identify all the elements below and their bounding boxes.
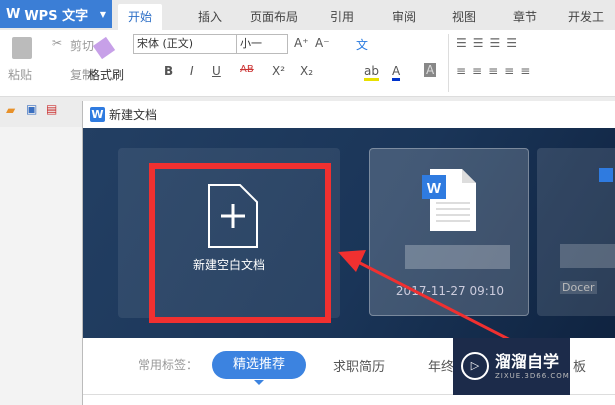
tab-view[interactable]: 视图 [442, 4, 486, 30]
blurred-filename [560, 244, 615, 268]
svg-text:W: W [427, 180, 442, 197]
play-logo-icon: ▷ [461, 352, 489, 380]
dialog-title-bar: W 新建文档 [83, 101, 615, 128]
wps-writer-icon: W [90, 107, 105, 122]
char-shading-button[interactable]: A [424, 63, 437, 77]
wps-menu-button[interactable]: W WPS 文字 ▼ [0, 0, 112, 28]
docer-label: Docer [560, 281, 597, 294]
font-size-select[interactable]: 小一 [236, 34, 288, 54]
superscript-button[interactable]: X² [272, 64, 285, 78]
pinyin-button[interactable]: 文 [356, 36, 368, 53]
divider [448, 34, 449, 92]
recent-date: 2017-11-27 09:10 [395, 284, 505, 298]
watermark-url: ZIXUE.3D66.COM [495, 372, 570, 380]
tag-year-end[interactable]: 年终 [428, 356, 454, 375]
title-bar: W WPS 文字 ▼ 开始 插入 页面布局 引用 审阅 视图 章节 开发工具 [0, 0, 615, 50]
word-document-icon: W [422, 169, 476, 231]
wps-logo-icon: W [6, 6, 21, 22]
watermark: ▷ 溜溜自学 ZIXUE.3D66.COM [453, 338, 570, 395]
dialog-title: 新建文档 [109, 108, 158, 122]
cut-icon[interactable]: ✂ [52, 36, 62, 50]
tab-developer[interactable]: 开发工具 [558, 4, 615, 50]
template-card[interactable]: Docer [537, 148, 615, 316]
list-buttons[interactable]: ☰☰☰☰ [456, 36, 523, 50]
paste-button[interactable]: 粘贴 [8, 66, 32, 83]
font-name-select[interactable]: 宋体 (正文) [133, 34, 237, 54]
tag-resume[interactable]: 求职简历 [333, 356, 385, 375]
tag-template[interactable]: 板 [573, 356, 586, 375]
template-hero: 新建空白文档 W 2017-11-27 09:10 Docer [83, 128, 615, 338]
caret-down-icon: ▼ [99, 9, 106, 19]
grow-font-button[interactable]: A⁺ [294, 36, 309, 50]
shrink-font-button[interactable]: A⁻ [315, 36, 330, 50]
watermark-name: 溜溜自学 [495, 352, 560, 371]
tab-review[interactable]: 审阅 [382, 4, 426, 30]
format-painter-icon [92, 36, 116, 60]
open-icon[interactable]: ▰ [6, 103, 15, 117]
cut-button[interactable]: 剪切 [70, 37, 94, 54]
export-pdf-icon[interactable]: ▤ [46, 102, 57, 116]
save-icon[interactable]: ▣ [26, 102, 37, 116]
font-color-button[interactable]: A [392, 64, 401, 81]
tab-references[interactable]: 引用 [320, 4, 364, 30]
tags-label: 常用标签： [138, 358, 199, 372]
italic-button[interactable]: I [190, 64, 194, 78]
align-buttons[interactable]: ≡≡≡≡≡ [456, 64, 536, 78]
paste-icon[interactable] [12, 37, 32, 59]
highlight-button[interactable]: ab [364, 64, 379, 81]
new-blank-card[interactable]: 新建空白文档 [118, 148, 340, 323]
tab-layout[interactable]: 页面布局 [240, 4, 308, 30]
tab-home[interactable]: 开始 [118, 4, 163, 30]
tab-chapter[interactable]: 章节 [503, 4, 547, 30]
ribbon: 粘贴 ✂ 剪切 复制 格式刷 宋体 (正文) 小一 A⁺ A⁻ 文 B I U … [0, 30, 615, 97]
subscript-button[interactable]: X₂ [300, 64, 313, 78]
tag-featured[interactable]: 精选推荐 [212, 351, 306, 385]
new-document-icon [208, 184, 258, 248]
new-blank-label: 新建空白文档 [192, 258, 265, 272]
strikethrough-button[interactable]: AB [240, 64, 254, 75]
format-painter-button[interactable]: 格式刷 [88, 66, 124, 83]
recent-document-card[interactable]: W 2017-11-27 09:10 [369, 148, 529, 316]
underline-button[interactable]: U [212, 64, 221, 78]
word-icon [599, 168, 613, 182]
tab-insert[interactable]: 插入 [188, 4, 232, 30]
bold-button[interactable]: B [164, 64, 173, 78]
blurred-filename [405, 245, 510, 269]
